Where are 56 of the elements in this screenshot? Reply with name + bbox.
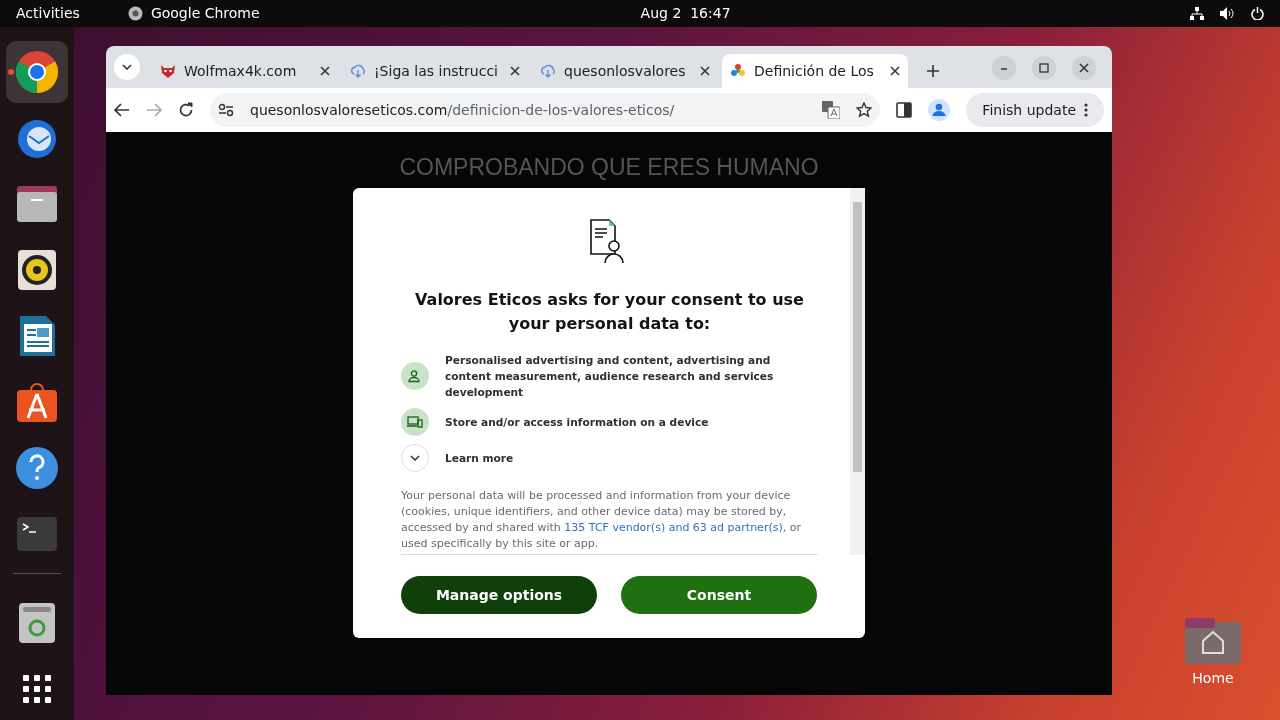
desktop-icon-label: Home xyxy=(1192,669,1234,688)
power-icon[interactable] xyxy=(1251,7,1264,20)
update-button[interactable]: Finish update xyxy=(966,93,1104,127)
speaker-icon xyxy=(15,248,59,292)
scrollbar[interactable] xyxy=(850,188,865,555)
close-icon[interactable] xyxy=(510,66,520,76)
close-icon[interactable] xyxy=(890,66,900,76)
network-icon[interactable] xyxy=(1190,7,1204,20)
chevron-down-icon xyxy=(122,64,132,70)
activities-button[interactable]: Activities xyxy=(16,3,80,24)
browser-tab[interactable]: Wolfmax4k.com xyxy=(152,54,338,88)
site-info-icon xyxy=(218,103,234,117)
side-panel-icon[interactable] xyxy=(896,102,913,118)
browser-tab[interactable]: quesonlosvalores xyxy=(532,54,718,88)
page-heading: COMPROBANDO QUE ERES HUMANO xyxy=(398,154,820,180)
purpose-text: Personalised advertising and content, advertising and content measurement, audience research and services development xyxy=(445,353,775,400)
consent-body-text: Your personal data will be processed and information from your device (cookies, unique identifiers, and other device data) may be stored by, accessed by and shared with 135 TCF vendor(s) and 63 ad partner(s), or used specifically by this site or app. xyxy=(401,488,818,555)
star-icon[interactable] xyxy=(856,102,873,118)
purpose-text: Store and/or access information on a device xyxy=(445,415,709,430)
browser-tab[interactable]: ¡Siga las instrucci xyxy=(342,54,528,88)
tab-title: Definición de Los xyxy=(754,61,875,81)
manage-options-button[interactable]: Manage options xyxy=(401,576,597,614)
more-icon xyxy=(1084,103,1088,117)
browser-tab[interactable]: Definición de Los xyxy=(722,54,908,88)
tab-title: quesonlosvalores xyxy=(564,61,687,81)
dialog-title: Valores Eticos asks for your consent to use your personal data to: xyxy=(414,289,805,335)
consent-button[interactable]: Consent xyxy=(621,576,817,614)
store-icon xyxy=(15,380,59,424)
devices-icon xyxy=(407,415,423,429)
home-folder-icon[interactable] xyxy=(1185,618,1241,664)
tab-title: Wolfmax4k.com xyxy=(184,61,298,81)
profile-icon[interactable] xyxy=(928,99,951,121)
back-icon[interactable] xyxy=(114,103,130,117)
chevron-down-icon xyxy=(410,455,420,461)
app-name: Google Chrome xyxy=(150,4,260,23)
flower-icon xyxy=(730,63,746,79)
new-tab-icon[interactable] xyxy=(926,64,940,78)
maximize-icon[interactable] xyxy=(1032,56,1056,80)
dock-item[interactable] xyxy=(6,41,68,103)
address-bar[interactable]: quesonlosvaloreseticos.com/definicion-de-los-valores-eticos/ xyxy=(210,93,881,127)
reload-icon[interactable] xyxy=(178,102,194,118)
clock[interactable]: Aug 2 16:47 xyxy=(640,3,731,24)
learn-more-toggle[interactable]: Learn more xyxy=(401,444,818,472)
tab-title: ¡Siga las instrucci xyxy=(374,61,499,81)
cloud-download-icon xyxy=(540,63,556,79)
close-icon[interactable] xyxy=(1072,56,1096,80)
mask-icon xyxy=(160,63,176,79)
volume-icon[interactable] xyxy=(1220,7,1235,20)
close-icon[interactable] xyxy=(320,66,330,76)
translate-icon[interactable] xyxy=(822,101,841,119)
tab-search-button[interactable] xyxy=(114,54,140,80)
person-icon xyxy=(407,369,423,383)
close-icon[interactable] xyxy=(700,66,710,76)
vendors-link[interactable]: 135 TCF vendor(s) and 63 ad partner(s) xyxy=(564,521,783,534)
cloud-download-icon xyxy=(350,63,366,79)
help-icon xyxy=(15,446,59,490)
